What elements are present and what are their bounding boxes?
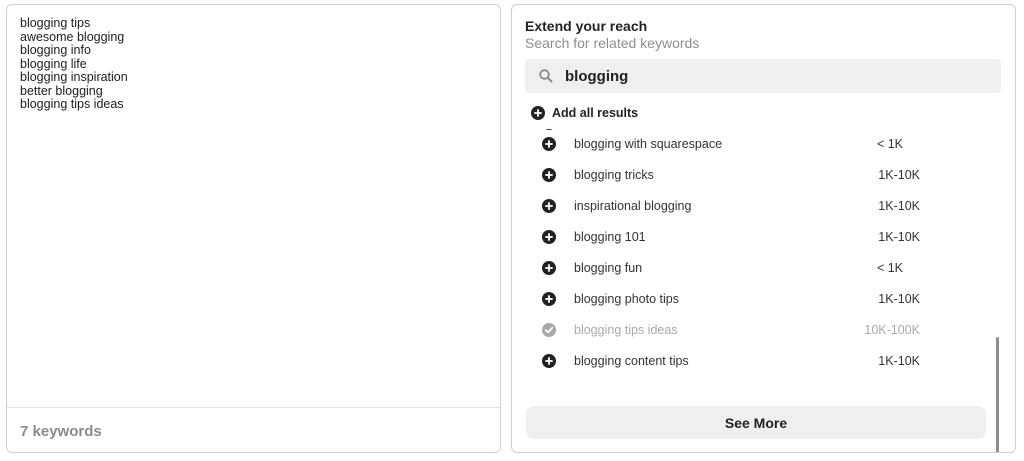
plus-circle-icon[interactable] [542, 137, 556, 151]
result-row[interactable]: blogging tricks 1K-10K [512, 160, 990, 191]
result-volume: < 1K [876, 261, 903, 275]
keyword-line: blogging life [20, 56, 87, 71]
keyword-line: awesome blogging [20, 29, 125, 44]
result-volume: 10K-100K [864, 323, 920, 337]
keywords-text-area[interactable]: blogging tips awesome blogging blogging … [20, 16, 488, 112]
keyword-line: blogging inspiration [20, 70, 128, 84]
result-volume: 1K-10K [878, 199, 920, 213]
keyword-line: better blogging [20, 83, 103, 98]
result-keyword: blogging content tips [574, 354, 689, 368]
add-all-results-button[interactable]: Add all results [531, 104, 638, 122]
keyword-count: 7 keywords [20, 423, 102, 440]
result-volume: 1K-10K [878, 230, 920, 244]
result-row[interactable]: blogging photo tips 1K-10K [512, 284, 990, 315]
result-row-added[interactable]: blogging tips ideas 10K-100K [512, 315, 990, 346]
scrollbar-thumb[interactable] [996, 337, 999, 452]
plus-circle-icon[interactable] [542, 354, 556, 368]
plus-circle-icon[interactable] [542, 168, 556, 182]
result-volume: 1K-10K [878, 168, 920, 182]
keywords-footer: 7 keywords [7, 407, 500, 452]
result-keyword: blogging with squarespace [574, 137, 723, 151]
result-row[interactable]: blogging with squarespace < 1K [512, 129, 990, 160]
result-volume: 1K-10K [878, 292, 920, 306]
search-box[interactable] [525, 59, 1001, 93]
result-row[interactable]: blogging 101 1K-10K [512, 222, 990, 253]
result-keyword: blogging fun [574, 261, 643, 275]
keyword-line: blogging tips ideas [20, 97, 124, 111]
result-row[interactable]: inspirational blogging 1K-10K [512, 191, 990, 222]
result-keyword: inspirational blogging [574, 199, 692, 213]
check-circle-icon[interactable] [542, 323, 556, 337]
keywords-panel: blogging tips awesome blogging blogging … [6, 4, 501, 453]
result-volume: < 1K [876, 137, 903, 151]
panel-subtitle: Search for related keywords [525, 35, 700, 51]
keyword-line: blogging tips [20, 16, 91, 30]
plus-circle-icon [531, 106, 545, 120]
result-volume: 1K-10K [878, 354, 920, 368]
search-input[interactable] [565, 59, 985, 93]
plus-circle-icon[interactable] [542, 199, 556, 213]
results-list[interactable]: blogging with squarespace < 1K blogging … [512, 129, 990, 401]
plus-circle-icon[interactable] [542, 292, 556, 306]
see-more-button[interactable]: See More [526, 406, 986, 439]
panel-title: Extend your reach [525, 18, 648, 34]
plus-circle-icon[interactable] [542, 230, 556, 244]
add-all-label: Add all results [552, 106, 639, 120]
plus-circle-icon[interactable] [542, 261, 556, 275]
result-keyword: blogging tips ideas [574, 323, 678, 337]
search-icon [539, 69, 553, 83]
keyword-line: blogging info [20, 43, 91, 57]
result-row[interactable]: blogging fun < 1K [512, 253, 990, 284]
result-row[interactable]: blogging content tips 1K-10K [512, 346, 990, 377]
result-keyword: blogging tricks [574, 168, 654, 182]
extend-reach-panel: Extend your reach Search for related key… [511, 4, 1016, 453]
result-keyword: blogging 101 [574, 230, 646, 244]
result-keyword: blogging photo tips [574, 292, 679, 306]
